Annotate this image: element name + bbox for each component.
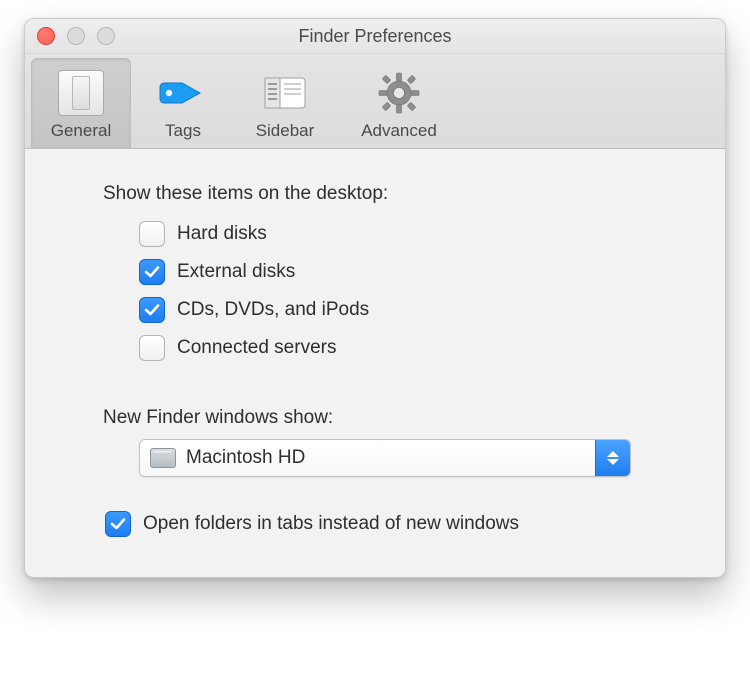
zoom-button[interactable] xyxy=(97,27,115,45)
tab-sidebar-label: Sidebar xyxy=(242,121,328,141)
checkbox-hard-disks[interactable] xyxy=(139,221,165,247)
row-external-disks: External disks xyxy=(139,259,681,285)
window-controls xyxy=(37,27,115,45)
new-windows-heading: New Finder windows show: xyxy=(103,407,681,429)
label-hard-disks[interactable]: Hard disks xyxy=(177,223,267,245)
desktop-items-heading: Show these items on the desktop: xyxy=(103,183,681,205)
preferences-toolbar: General Tags xyxy=(25,54,725,149)
tab-general[interactable]: General xyxy=(31,58,131,148)
sidebar-icon xyxy=(242,67,328,119)
tab-sidebar[interactable]: Sidebar xyxy=(235,58,335,148)
row-hard-disks: Hard disks xyxy=(139,221,681,247)
label-cds-dvds-ipods[interactable]: CDs, DVDs, and iPods xyxy=(177,299,369,321)
hdd-icon xyxy=(150,448,176,468)
tab-tags-label: Tags xyxy=(140,121,226,141)
tag-icon xyxy=(140,67,226,119)
select-stepper-icon xyxy=(595,440,630,476)
new-windows-selected: Macintosh HD xyxy=(186,447,305,469)
tab-advanced-label: Advanced xyxy=(344,121,454,141)
checkbox-cds-dvds-ipods[interactable] xyxy=(139,297,165,323)
label-tabs-option[interactable]: Open folders in tabs instead of new wind… xyxy=(143,513,519,535)
row-tabs-option: Open folders in tabs instead of new wind… xyxy=(105,511,681,537)
row-connected-servers: Connected servers xyxy=(139,335,681,361)
checkbox-connected-servers[interactable] xyxy=(139,335,165,361)
general-pane: Show these items on the desktop: Hard di… xyxy=(25,149,725,577)
checkbox-tabs-option[interactable] xyxy=(105,511,131,537)
row-cds-dvds-ipods: CDs, DVDs, and iPods xyxy=(139,297,681,323)
gear-icon xyxy=(344,67,454,119)
window-title: Finder Preferences xyxy=(25,19,725,53)
general-icon xyxy=(38,67,124,119)
preferences-window: Finder Preferences General Tags xyxy=(24,18,726,578)
new-windows-select[interactable]: Macintosh HD xyxy=(139,439,631,477)
tab-general-label: General xyxy=(38,121,124,141)
tab-advanced[interactable]: Advanced xyxy=(337,58,461,148)
tab-tags[interactable]: Tags xyxy=(133,58,233,148)
label-connected-servers[interactable]: Connected servers xyxy=(177,337,336,359)
minimize-button[interactable] xyxy=(67,27,85,45)
checkbox-external-disks[interactable] xyxy=(139,259,165,285)
select-body: Macintosh HD xyxy=(140,440,595,476)
label-external-disks[interactable]: External disks xyxy=(177,261,295,283)
close-button[interactable] xyxy=(37,27,55,45)
titlebar[interactable]: Finder Preferences xyxy=(25,19,725,54)
